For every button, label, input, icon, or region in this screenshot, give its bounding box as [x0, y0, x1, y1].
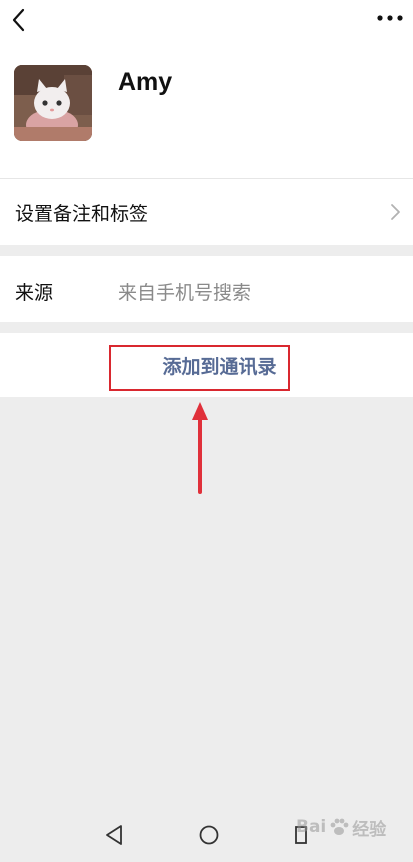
- set-remark-tags-label: 设置备注和标签: [15, 203, 149, 225]
- profile-name: Amy: [118, 68, 173, 96]
- watermark-logo: Bai 经验: [296, 812, 413, 842]
- more-options-icon[interactable]: [376, 12, 404, 24]
- watermark-text-right: 经验: [352, 819, 387, 840]
- chevron-right-icon: [391, 204, 400, 220]
- annotation-arrow-icon: [192, 402, 208, 494]
- source-value: 来自手机号搜索: [118, 282, 252, 304]
- source-row: 来源 来自手机号搜索: [0, 256, 413, 322]
- top-bar: [0, 0, 413, 40]
- add-to-contacts-button[interactable]: 添加到通讯录: [109, 345, 290, 391]
- avatar[interactable]: [14, 65, 92, 141]
- paw-icon: [330, 818, 349, 835]
- source-label: 来源: [15, 282, 54, 304]
- nav-back-icon[interactable]: [104, 824, 124, 846]
- nav-home-icon[interactable]: [198, 824, 220, 846]
- add-contact-row: 添加到通讯录: [0, 333, 413, 397]
- avatar-cat-image: [14, 65, 92, 141]
- profile-header: Amy: [0, 40, 413, 178]
- set-remark-tags-row[interactable]: 设置备注和标签: [0, 179, 413, 245]
- back-icon[interactable]: [8, 6, 32, 34]
- watermark-text-left: Bai: [296, 817, 327, 837]
